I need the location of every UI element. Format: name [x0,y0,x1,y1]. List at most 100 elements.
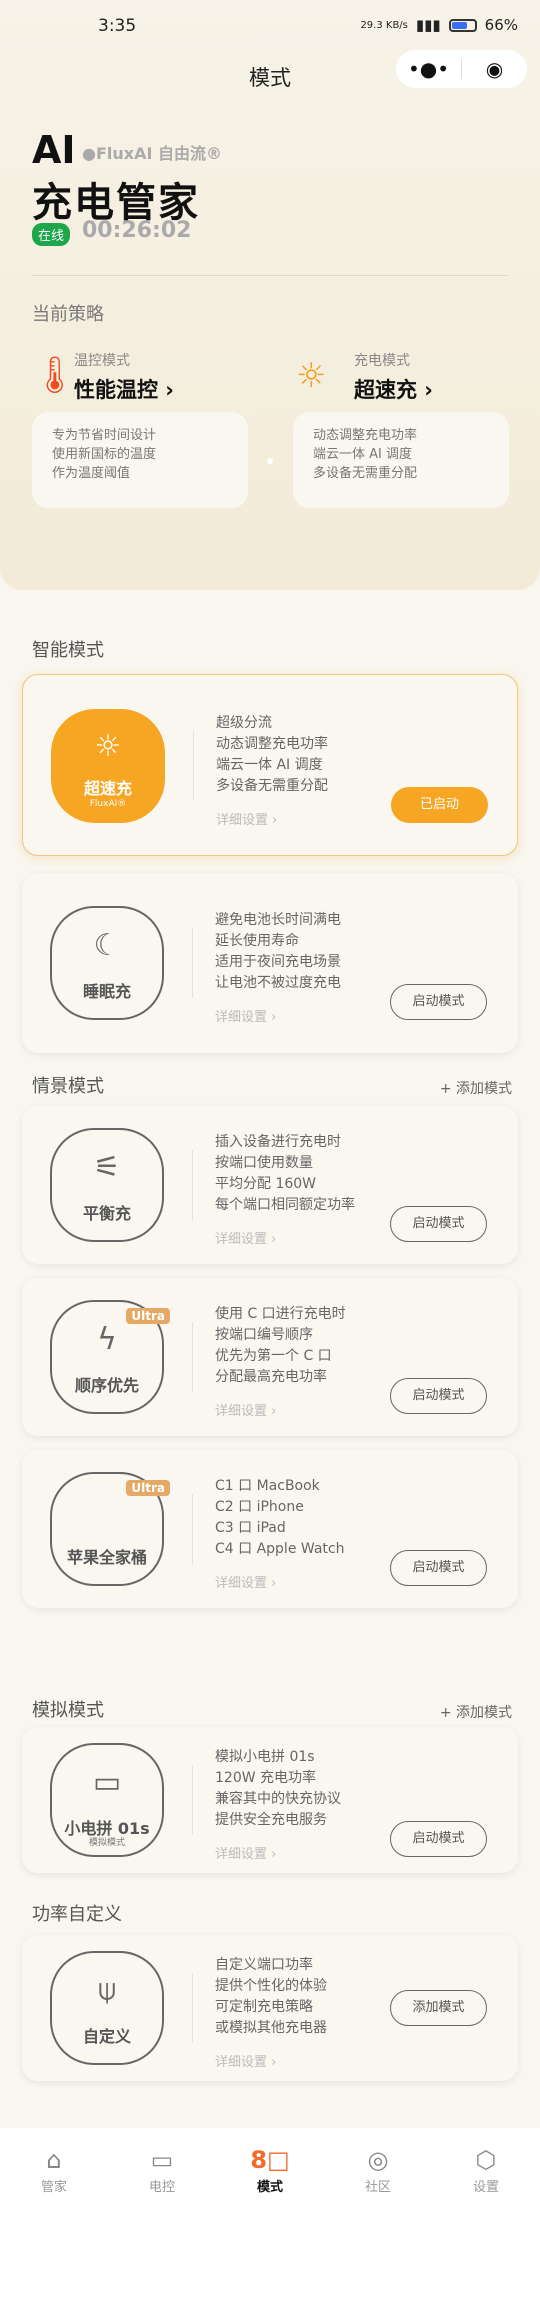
tab-2[interactable]: 8□ 模式 [230,2146,310,2195]
divider [192,1322,193,1392]
close-target-icon[interactable]: ◉ [462,57,527,81]
start-mode-button[interactable]: 启动模式 [390,1821,487,1857]
more-icon[interactable]: •●• [396,57,461,81]
mode-icon-box[interactable]: ▭ 小电拼 01s 模拟模式 [50,1743,164,1857]
mode-sub: 模拟模式 [88,1838,125,1848]
divider [193,731,194,801]
mode-description: C1 口 MacBook C2 口 iPhone C3 口 iPad C4 口 App… [215,1476,344,1560]
description-line: 平均分配 160W [215,1176,317,1192]
add-sim-mode-button[interactable]: + 添加模式 [440,1702,512,1722]
mode-name: 苹果全家桶 [66,1548,147,1567]
description-line: C4 口 Apple Watch [215,1541,345,1557]
start-mode-button[interactable]: 启动模式 [390,1206,487,1242]
detail-settings-link[interactable]: 详细设置 › [215,1572,276,1591]
description-line: 动态调整充电功率 [216,736,328,752]
thermometer-icon: 🌡 [32,355,78,396]
online-badge: 在线 [32,223,71,246]
start-mode-button[interactable]: 启动模式 [390,1378,487,1414]
tab-icon: ◎ [367,2146,389,2174]
net-speed: 29.3 KB/s [360,19,408,31]
description-line: 避免电池长时间满电 [215,912,341,928]
detail-settings-link[interactable]: 详细设置 › [215,1006,276,1025]
active-mode-button[interactable]: 已启动 [391,787,488,823]
ultra-badge: Ultra [126,1480,170,1496]
mode-icon-box[interactable]: 苹果全家桶 Ultra [50,1472,170,1586]
divider [192,1150,193,1220]
detail-settings-link[interactable]: 详细设置 › [215,1843,276,1862]
detail-settings-link[interactable]: 详细设置 › [216,809,277,828]
add-mode-button[interactable]: 添加模式 [390,1990,487,2026]
description-line: 自定义端口功率 [215,1957,313,1973]
tab-4[interactable]: ⬡ 设置 [446,2146,526,2195]
tab-0[interactable]: ⌂ 管家 [14,2146,94,2195]
add-scene-mode-button[interactable]: + 添加模式 [440,1078,512,1098]
mode-sub: FluxAI® [89,799,127,809]
status-time: 3:35 [98,16,137,36]
description-line: 延长使用寿命 [215,933,299,949]
description-line: 端云一体 AI 调度 [216,757,323,773]
description-line: 模拟小电拼 01s [215,1749,315,1765]
detail-settings-link[interactable]: 详细设置 › [215,1228,276,1247]
mode-description: 自定义端口功率 提供个性化的体验 可定制充电策略 或模拟其他充电器 [215,1955,327,2039]
strategy-label: 当前策略 [32,304,104,325]
desc-line: 多设备无需重分配 [313,466,418,481]
mode-card: 苹果全家桶 Ultra C1 口 MacBook C2 口 iPhone C3 口 i… [22,1450,518,1608]
mode-icon-box[interactable]: ☾ 睡眠充 [50,906,164,1020]
start-mode-button[interactable]: 启动模式 [390,1550,487,1586]
detail-settings-link[interactable]: 详细设置 › [215,1400,276,1419]
description-line: 提供个性化的体验 [215,1978,327,1994]
charge-sub: 充电模式 [354,353,410,369]
mode-card: ⚟ 平衡充 插入设备进行充电时 按端口使用数量 平均分配 160W 每个端口相同额定功… [22,1106,518,1264]
start-mode-button[interactable]: 启动模式 [390,984,487,1020]
tab-label: 管家 [40,2180,67,2195]
sliders-icon: ⚟ [93,1150,121,1185]
description-line: 适用于夜间充电场景 [215,954,341,970]
description-line: C3 口 iPad [215,1520,286,1536]
description-line: 可定制充电策略 [215,1999,313,2015]
description-line: 优先为第一个 C 口 [215,1348,332,1364]
mode-name: 平衡充 [82,1204,131,1223]
description-line: 让电池不被过度充电 [215,975,341,991]
session-timer: 00:26:02 [82,218,192,243]
description-line: 提供安全充电服务 [215,1812,327,1828]
divider [192,1765,193,1835]
charge-main: 超速充 › [354,378,433,402]
tab-label: 电控 [148,2180,175,2195]
temp-desc: 专为节省时间设计 使用新国标的温度 作为温度阈值 [32,412,248,508]
desc-line: 动态调整充电功率 [313,428,418,443]
custom-node-icon: ⍦ [98,1973,116,2008]
desc-line: 专为节省时间设计 [52,428,157,443]
mode-icon-box[interactable]: ϟ 顺序优先 Ultra [50,1300,170,1414]
mode-name: 超速充 [83,779,132,798]
description-line: 按端口使用数量 [215,1155,313,1171]
mode-description: 超级分流动态调整充电功率 端云一体 AI 调度 多设备无需重分配 [216,713,328,797]
description-line: 分配最高充电功率 [215,1369,327,1385]
brand-label: ●FluxAI 自由流® [82,144,222,163]
description-line: 每个端口相同额定功率 [215,1197,355,1213]
description-line: 使用 C 口进行充电时 [215,1306,346,1322]
desc-line: 使用新国标的温度 [52,447,157,462]
description-line: 超级分流 [216,715,272,731]
sun-bolt-icon: ☼ [94,729,122,764]
mode-card: ϟ 顺序优先 Ultra 使用 C 口进行充电时 按端口编号顺序 优先为第一个 C 口… [22,1278,518,1436]
tab-label: 模式 [256,2180,283,2195]
tab-1[interactable]: ▭ 电控 [122,2146,202,2195]
mode-name: 睡眠充 [82,982,131,1001]
hero-ai: AI [32,128,76,172]
mode-icon-box[interactable]: ⍦ 自定义 [50,1951,164,2065]
mode-description: 模拟小电拼 01s 120W 充电功率 兼容其中的快充协议 提供安全充电服务 [215,1747,341,1831]
section-smart: 智能模式 [32,640,104,661]
description-line: C2 口 iPhone [215,1499,304,1515]
section-sim: 模拟模式 [32,1700,104,1721]
bolt-plus-icon: ϟ [97,1322,117,1357]
mode-icon-box[interactable]: ⚟ 平衡充 [50,1128,164,1242]
detail-settings-link[interactable]: 详细设置 › [215,2051,276,2070]
description-line: 多设备无需重分配 [216,778,328,794]
desc-line: 作为温度阈值 [52,466,131,481]
mode-name: 顺序优先 [74,1376,139,1395]
tab-3[interactable]: ◎ 社区 [338,2146,418,2195]
mode-card: ☼ 超速充 FluxAI® 超级分流动态调整充电功率 端云一体 AI 调度 多设备无需… [22,674,518,856]
tab-label: 设置 [472,2180,499,2195]
tab-icon: ⌂ [46,2146,62,2174]
mode-icon-box[interactable]: ☼ 超速充 FluxAI® [51,709,165,823]
